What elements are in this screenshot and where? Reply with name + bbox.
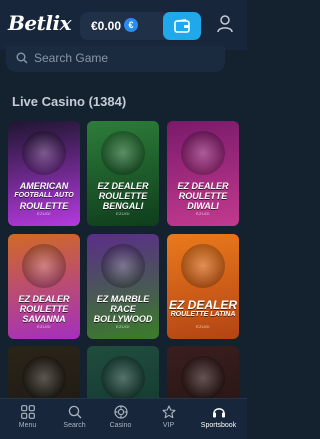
casino-chip-icon [113,405,128,419]
game-tile[interactable]: EZ DEALER ROULETTE LATINA EZUGI [167,234,239,339]
star-icon [161,405,176,419]
game-tile[interactable]: AMERICAN FOOTBALL AUTO ROULETTE EZUGI [8,121,80,226]
game-artwork [181,131,225,175]
game-title: EZ DEALER ROULETTE LATINA [167,298,239,320]
game-tile[interactable]: EZ DEALER ROULETTE DIWALI EZUGI [167,121,239,226]
brand-logo[interactable]: Betlix [8,11,72,35]
game-tile[interactable]: EZ DEALER ROULETTE BENGALI EZUGI [87,121,159,226]
grid-icon [20,405,35,419]
game-artwork [22,244,66,288]
nav-item-search[interactable]: Search [50,399,99,439]
game-title-line: SAVANNA [22,314,66,324]
game-tile[interactable]: EZ MARBLE RACE BOLLYWOOD EZUGI [87,234,159,339]
search-icon [16,52,28,64]
game-provider: EZUGI [196,324,210,329]
game-provider: EZUGI [37,211,51,216]
game-artwork [22,356,66,400]
top-header: Betlix €0.00 € [0,0,247,50]
nav-label-casino: Casino [109,422,132,429]
game-title-line: EZ DEALER [177,181,229,191]
search-input[interactable]: Search Game [34,51,108,65]
game-title-line: ROULETTE LATINA [170,311,236,318]
search-icon [68,405,81,419]
game-artwork [101,131,145,175]
game-title-line: DIWALI [187,201,219,211]
wallet-button[interactable] [163,12,201,40]
game-artwork [101,244,145,288]
game-title: EZ DEALER ROULETTE BENGALI [87,181,159,211]
user-profile-icon[interactable] [217,15,233,33]
nav-item-vip[interactable]: VIP [144,399,193,439]
game-provider: EZUGI [196,211,210,216]
game-artwork [181,244,225,288]
euro-currency-icon[interactable]: € [124,18,138,32]
game-title: EZ MARBLE RACE BOLLYWOOD [87,294,159,324]
game-artwork [22,131,66,175]
game-title-line: EZ MARBLE [96,294,150,304]
game-search-bar[interactable]: Search Game [6,46,225,72]
balance-amount: €0.00 [91,19,122,33]
game-title-line: AMERICAN [19,181,69,191]
game-title-line: EZ DEALER [168,298,237,312]
game-title: AMERICAN FOOTBALL AUTO ROULETTE [8,181,80,211]
section-title: Live Casino (1384) [12,94,127,109]
game-provider: EZUGI [37,324,51,329]
game-artwork [101,356,145,400]
nav-label-menu: Menu [18,422,37,429]
game-provider: EZUGI [116,324,130,329]
nav-label-sportsbook: Sportsbook [200,422,237,429]
nav-item-casino[interactable]: Casino [96,399,145,439]
headset-icon [212,408,225,418]
game-artwork [181,356,225,400]
game-title-line: BENGALI [102,201,144,211]
nav-label-vip: VIP [162,422,175,429]
game-title-line: RACE [110,304,136,314]
game-title-line: ROULETTE [19,304,69,314]
game-title-line: ROULETTE [19,201,69,211]
game-title: EZ DEALER ROULETTE SAVANNA [8,294,80,324]
game-title-line: FOOTBALL AUTO [14,192,74,199]
game-tile[interactable]: EZ DEALER ROULETTE SAVANNA EZUGI [8,234,80,339]
game-title-line: ROULETTE [98,191,148,201]
game-title: EZ DEALER ROULETTE DIWALI [167,181,239,211]
bottom-navigation: Menu Search Casino VIP Sportsbook [0,398,247,439]
game-provider: EZUGI [116,211,130,216]
game-title-line: EZ DEALER [18,294,70,304]
game-title-line: BOLLYWOOD [93,314,153,324]
nav-item-sportsbook[interactable]: Sportsbook [194,399,243,439]
nav-label-search: Search [63,422,86,429]
wallet-icon [174,19,190,33]
nav-item-menu[interactable]: Menu [3,399,52,439]
game-title-line: ROULETTE [178,191,228,201]
game-title-line: EZ DEALER [97,181,149,191]
